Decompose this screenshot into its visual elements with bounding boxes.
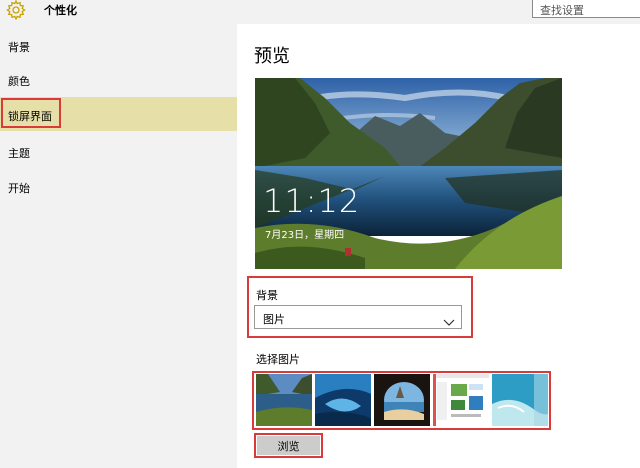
sidebar-item-label: 开始 — [8, 182, 30, 195]
picture-thumbnail-screenshot[interactable] — [433, 374, 489, 426]
sidebar-item-start[interactable]: 开始 — [0, 169, 237, 203]
app-title: 个性化 — [44, 4, 77, 17]
lock-time: 11:12 — [263, 182, 361, 220]
background-dropdown[interactable]: 图片 — [254, 305, 462, 329]
preview-title: 预览 — [254, 46, 290, 67]
sidebar-item-label: 颜色 — [8, 75, 30, 88]
sidebar-item-themes[interactable]: 主题 — [0, 134, 237, 168]
sidebar-item-lock-screen[interactable]: 锁屏界面 — [0, 97, 237, 131]
picture-thumbnail-lake[interactable] — [256, 374, 312, 426]
lock-screen-preview: 11:12 7月23日，星期四 — [255, 78, 562, 269]
dropdown-value: 图片 — [263, 313, 285, 326]
picture-thumbnail-beach-cave[interactable] — [374, 374, 430, 426]
chevron-down-icon — [443, 312, 455, 326]
sidebar-item-label: 主题 — [8, 147, 30, 160]
gear-icon — [6, 0, 26, 21]
browse-button[interactable]: 浏览 — [257, 436, 320, 455]
picture-thumbnail-sea-aerial[interactable] — [492, 374, 548, 426]
title-bar: 个性化 查找设置 — [0, 0, 640, 24]
sidebar-item-label: 背景 — [8, 41, 30, 54]
picture-thumbnail-ice-cave[interactable] — [315, 374, 371, 426]
sidebar-item-label: 锁屏界面 — [8, 110, 52, 123]
sidebar: 背景 颜色 锁屏界面 主题 开始 — [0, 24, 237, 468]
sidebar-item-background[interactable]: 背景 — [0, 28, 237, 62]
background-label: 背景 — [256, 289, 278, 302]
search-input[interactable]: 查找设置 — [532, 0, 640, 18]
lock-date: 7月23日，星期四 — [265, 230, 345, 241]
sidebar-item-colors[interactable]: 颜色 — [0, 62, 237, 96]
choose-picture-label: 选择图片 — [256, 353, 300, 366]
